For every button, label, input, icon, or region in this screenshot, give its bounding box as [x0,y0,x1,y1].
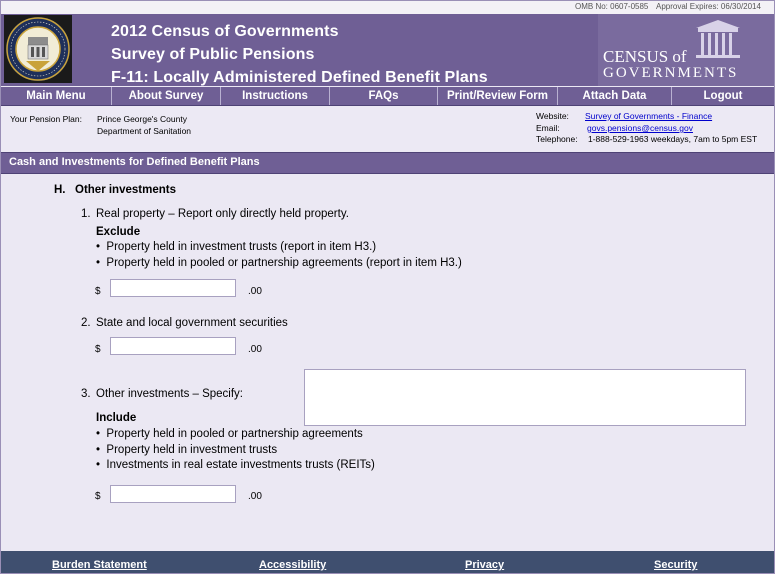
nav-attach-data[interactable]: Attach Data [558,87,672,105]
q2-text: State and local government securities [96,317,288,329]
q3-bullet-3: • Investments in real estate investments… [96,459,375,471]
q3-text: Other investments – Specify: [96,388,244,400]
page-header: 2012 Census of Governments Survey of Pub… [1,14,774,86]
q3-amount-input[interactable] [110,485,236,503]
nav-about-survey[interactable]: About Survey [112,87,221,105]
q1-number: 1. [81,208,91,220]
q3-cents: .00 [248,491,262,502]
website-label: Website: [536,111,569,121]
q3-bullet-1: • Property held in pooled or partnership… [96,428,363,440]
nav-print-review-form[interactable]: Print/Review Form [438,87,558,105]
q3-currency: $ [95,491,101,502]
q3-number: 3. [81,388,91,400]
header-title-line-1: 2012 Census of Governments [111,23,339,40]
q1-amount-input[interactable] [110,279,236,297]
department-of-commerce-seal [4,15,72,83]
capitol-building-icon: CENSUS of GOVERNMENTS [603,20,740,81]
plan-info-panel: Your Pension Plan: Prince George's Count… [1,106,774,151]
q2-number: 2. [81,317,91,329]
section-header-bar: Cash and Investments for Defined Benefit… [1,152,774,174]
q2-amount-input[interactable] [110,337,236,355]
logo-line-1: CENSUS of [603,47,687,66]
omb-expiration: Approval Expires: 06/30/2014 [656,2,761,11]
omb-number: OMB No: 0607-0585 [575,2,649,11]
omb-bar: OMB No: 0607-0585 Approval Expires: 06/3… [1,1,774,14]
pension-plan-name-line-1: Prince George's County [97,114,187,124]
page-frame: OMB No: 0607-0585 Approval Expires: 06/3… [0,0,775,574]
section-title: Cash and Investments for Defined Benefit… [9,156,260,168]
header-title-line-2: Survey of Public Pensions [111,46,315,63]
heading-text: Other investments [75,184,176,196]
footer-burden-statement-link[interactable]: Burden Statement [52,559,147,571]
q1-exclude-label: Exclude [96,226,141,238]
q3-specify-textarea[interactable] [304,369,746,426]
q1-currency: $ [95,286,101,297]
q1-text: Real property – Report only directly hel… [96,208,349,220]
nav-logout[interactable]: Logout [672,87,774,105]
logo-line-2: GOVERNMENTS [603,65,738,81]
footer-privacy-link[interactable]: Privacy [465,559,504,571]
pension-plan-label: Your Pension Plan: [10,114,82,124]
website-link[interactable]: Survey of Governments - Finance [585,111,712,121]
email-label: Email: [536,123,560,133]
pension-plan-name-line-2: Department of Sanitation [97,126,192,136]
q3-include-label: Include [96,412,137,424]
q1-cents: .00 [248,286,262,297]
q2-cents: .00 [248,344,262,355]
q1-bullet-1: • Property held in investment trusts (re… [96,241,377,253]
q2-currency: $ [95,344,101,355]
telephone-value: 1-888-529-1963 weekdays, 7am to 5pm EST [588,134,758,144]
footer-accessibility-link[interactable]: Accessibility [259,559,326,571]
email-link[interactable]: govs.pensions@census.gov [587,123,693,133]
header-title-line-3: F-11: Locally Administered Defined Benef… [111,69,488,86]
page-footer: Burden Statement Accessibility Privacy S… [1,551,774,573]
nav-main-menu[interactable]: Main Menu [1,87,112,105]
telephone-label: Telephone: [536,134,578,144]
census-of-governments-logo: CENSUS of GOVERNMENTS [598,14,774,86]
nav-faqs[interactable]: FAQs [330,87,438,105]
heading-letter: H. [54,184,66,196]
q3-bullet-2: • Property held in investment trusts [96,444,278,456]
nav-instructions[interactable]: Instructions [221,87,330,105]
main-navigation: Main Menu About Survey Instructions FAQs… [1,87,774,106]
q1-bullet-2: • Property held in pooled or partnership… [96,257,462,269]
footer-security-link[interactable]: Security [654,559,697,571]
form-content: H. Other investments 1. Real property – … [1,174,774,551]
